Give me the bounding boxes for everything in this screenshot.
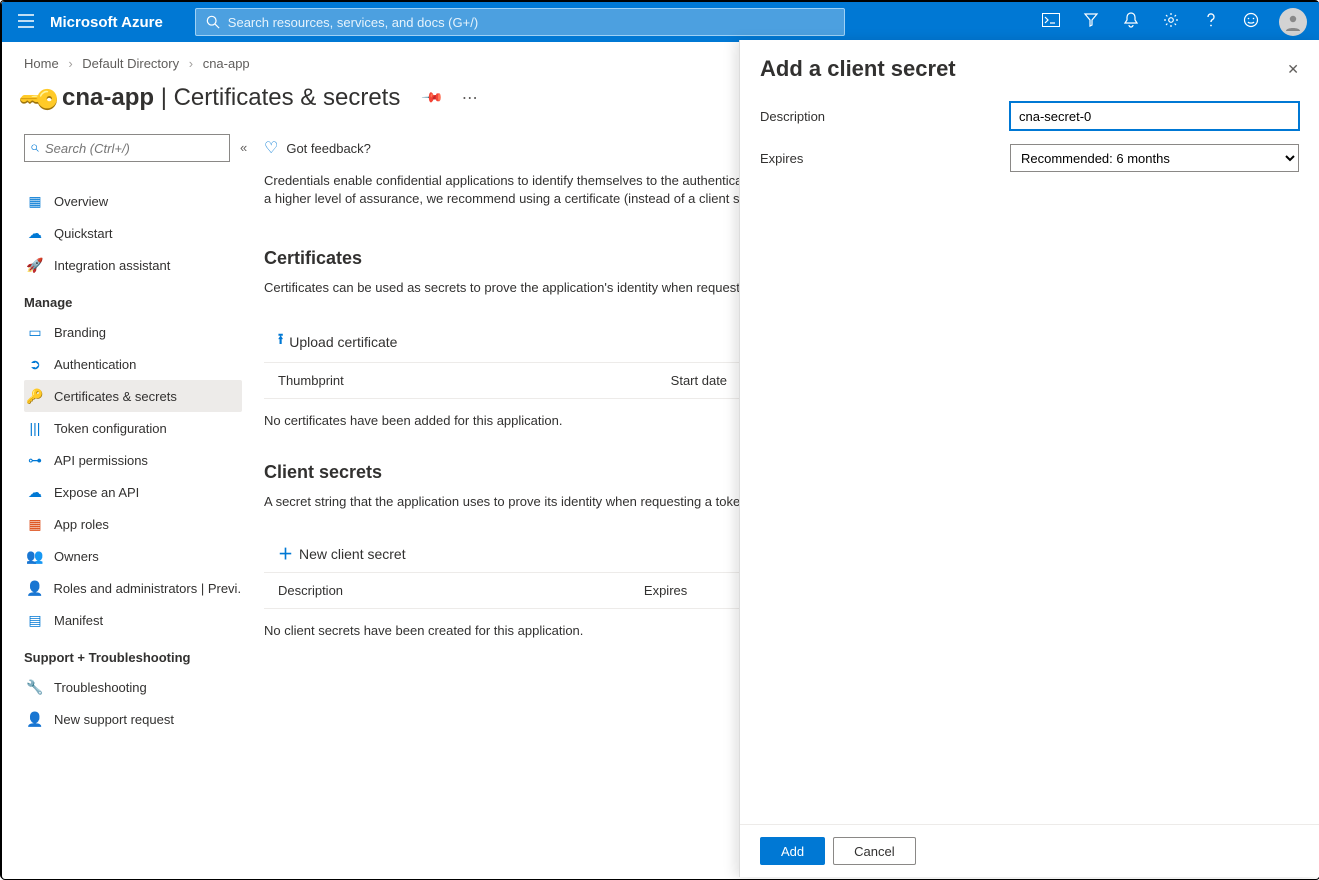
rocket-icon: 🚀: [26, 256, 44, 274]
permissions-icon: ⊶: [26, 451, 44, 469]
sidebar-item-label: Overview: [54, 194, 108, 209]
sidebar-item-label: New support request: [54, 712, 174, 727]
branding-icon: ▭: [26, 323, 44, 341]
sidebar-item-quickstart[interactable]: ☁ Quickstart: [24, 217, 242, 249]
settings-gear-icon[interactable]: [1151, 12, 1191, 33]
overview-icon: ▦: [26, 192, 44, 210]
pin-icon[interactable]: 📌: [421, 85, 445, 109]
sidebar-item-owners[interactable]: 👥 Owners: [24, 540, 242, 572]
sidebar-item-label: Branding: [54, 325, 106, 340]
owners-icon: 👥: [26, 547, 44, 565]
roles-admin-icon: 👤: [26, 579, 43, 597]
sidebar-item-label: Manifest: [54, 613, 103, 628]
search-icon: [31, 141, 39, 155]
sidebar-item-troubleshooting[interactable]: 🔧 Troubleshooting: [24, 671, 242, 703]
chevron-right-icon: ›: [62, 56, 78, 71]
sidebar-item-label: Roles and administrators | Previ...: [53, 581, 242, 596]
key-icon: 🔑: [16, 76, 59, 119]
sidebar-item-roles-admins[interactable]: 👤 Roles and administrators | Previ...: [24, 572, 242, 604]
sidebar: « ▦ Overview ☁ Quickstart 🚀 Integration ass…: [2, 130, 254, 873]
expires-label: Expires: [760, 151, 1010, 166]
collapse-sidebar-icon[interactable]: «: [240, 140, 254, 155]
topbar: Microsoft Azure: [2, 2, 1319, 42]
sidebar-item-overview[interactable]: ▦ Overview: [24, 185, 242, 217]
add-client-secret-panel: Add a client secret ✕ Description Expire…: [739, 40, 1319, 877]
key-icon: 🔑: [26, 387, 44, 405]
manifest-icon: ▤: [26, 611, 44, 629]
description-label: Description: [760, 109, 1010, 124]
sidebar-item-label: Quickstart: [54, 226, 113, 241]
sidebar-item-new-support-request[interactable]: 👤 New support request: [24, 703, 242, 735]
sidebar-search-input[interactable]: [45, 141, 223, 156]
breadcrumb-item[interactable]: Default Directory: [82, 56, 179, 71]
cancel-button[interactable]: Cancel: [833, 837, 915, 865]
sidebar-item-label: Certificates & secrets: [54, 389, 177, 404]
sidebar-item-integration-assistant[interactable]: 🚀 Integration assistant: [24, 249, 242, 281]
chevron-right-icon: ›: [183, 56, 199, 71]
global-search-input[interactable]: [228, 15, 834, 30]
sidebar-item-app-roles[interactable]: ▦ App roles: [24, 508, 242, 540]
sidebar-item-authentication[interactable]: ➲ Authentication: [24, 348, 242, 380]
sidebar-item-label: Authentication: [54, 357, 136, 372]
authentication-icon: ➲: [26, 355, 44, 373]
sidebar-item-label: App roles: [54, 517, 109, 532]
quickstart-icon: ☁: [26, 224, 44, 242]
sidebar-item-token-configuration[interactable]: ||| Token configuration: [24, 412, 242, 444]
wrench-icon: 🔧: [26, 678, 44, 696]
cloud-icon: ☁: [26, 483, 44, 501]
global-search[interactable]: [195, 8, 845, 36]
search-icon: [206, 15, 220, 29]
page-title: cna-app | Certificates & secrets: [62, 84, 400, 112]
token-icon: |||: [26, 419, 44, 437]
feedback-smiley-icon[interactable]: [1231, 12, 1271, 33]
expires-select[interactable]: Recommended: 6 months: [1010, 144, 1299, 172]
sidebar-item-expose-api[interactable]: ☁ Expose an API: [24, 476, 242, 508]
notifications-icon[interactable]: [1111, 12, 1151, 33]
support-icon: 👤: [26, 710, 44, 728]
sidebar-section-label: Support + Troubleshooting: [24, 650, 242, 665]
panel-title: Add a client secret: [760, 56, 956, 82]
sidebar-search[interactable]: [24, 134, 230, 162]
sidebar-item-api-permissions[interactable]: ⊶ API permissions: [24, 444, 242, 476]
sidebar-item-label: Owners: [54, 549, 99, 564]
account-avatar-icon[interactable]: [1279, 8, 1307, 36]
sidebar-item-label: Troubleshooting: [54, 680, 147, 695]
upload-certificate-label: Upload certificate: [289, 334, 397, 350]
close-icon[interactable]: ✕: [1259, 61, 1299, 78]
breadcrumb-item[interactable]: Home: [24, 56, 59, 71]
plus-icon: ＋: [278, 543, 293, 564]
table-header: Thumbprint: [264, 363, 657, 399]
sidebar-item-manifest[interactable]: ▤ Manifest: [24, 604, 242, 636]
sidebar-section-label: Manage: [24, 295, 242, 310]
help-icon[interactable]: [1191, 12, 1231, 33]
hamburger-menu-icon[interactable]: [2, 14, 50, 31]
sidebar-item-label: API permissions: [54, 453, 148, 468]
sidebar-item-label: Expose an API: [54, 485, 139, 500]
sidebar-item-branding[interactable]: ▭ Branding: [24, 316, 242, 348]
more-actions-icon[interactable]: ⋯: [462, 88, 480, 108]
brand-label: Microsoft Azure: [50, 14, 195, 31]
add-button[interactable]: Add: [760, 837, 825, 865]
sidebar-item-label: Integration assistant: [54, 258, 170, 273]
upload-icon: ⭱: [278, 329, 283, 354]
description-input[interactable]: [1010, 102, 1299, 130]
sidebar-item-certificates-secrets[interactable]: 🔑 Certificates & secrets: [24, 380, 242, 412]
table-header: Description: [264, 573, 630, 609]
app-roles-icon: ▦: [26, 515, 44, 533]
directories-filter-icon[interactable]: [1071, 12, 1111, 33]
feedback-label: Got feedback?: [286, 141, 371, 156]
cloud-shell-icon[interactable]: [1031, 13, 1071, 32]
heart-icon: ♡: [264, 138, 278, 158]
sidebar-item-label: Token configuration: [54, 421, 167, 436]
new-client-secret-label: New client secret: [299, 546, 406, 562]
breadcrumb-item[interactable]: cna-app: [203, 56, 250, 71]
